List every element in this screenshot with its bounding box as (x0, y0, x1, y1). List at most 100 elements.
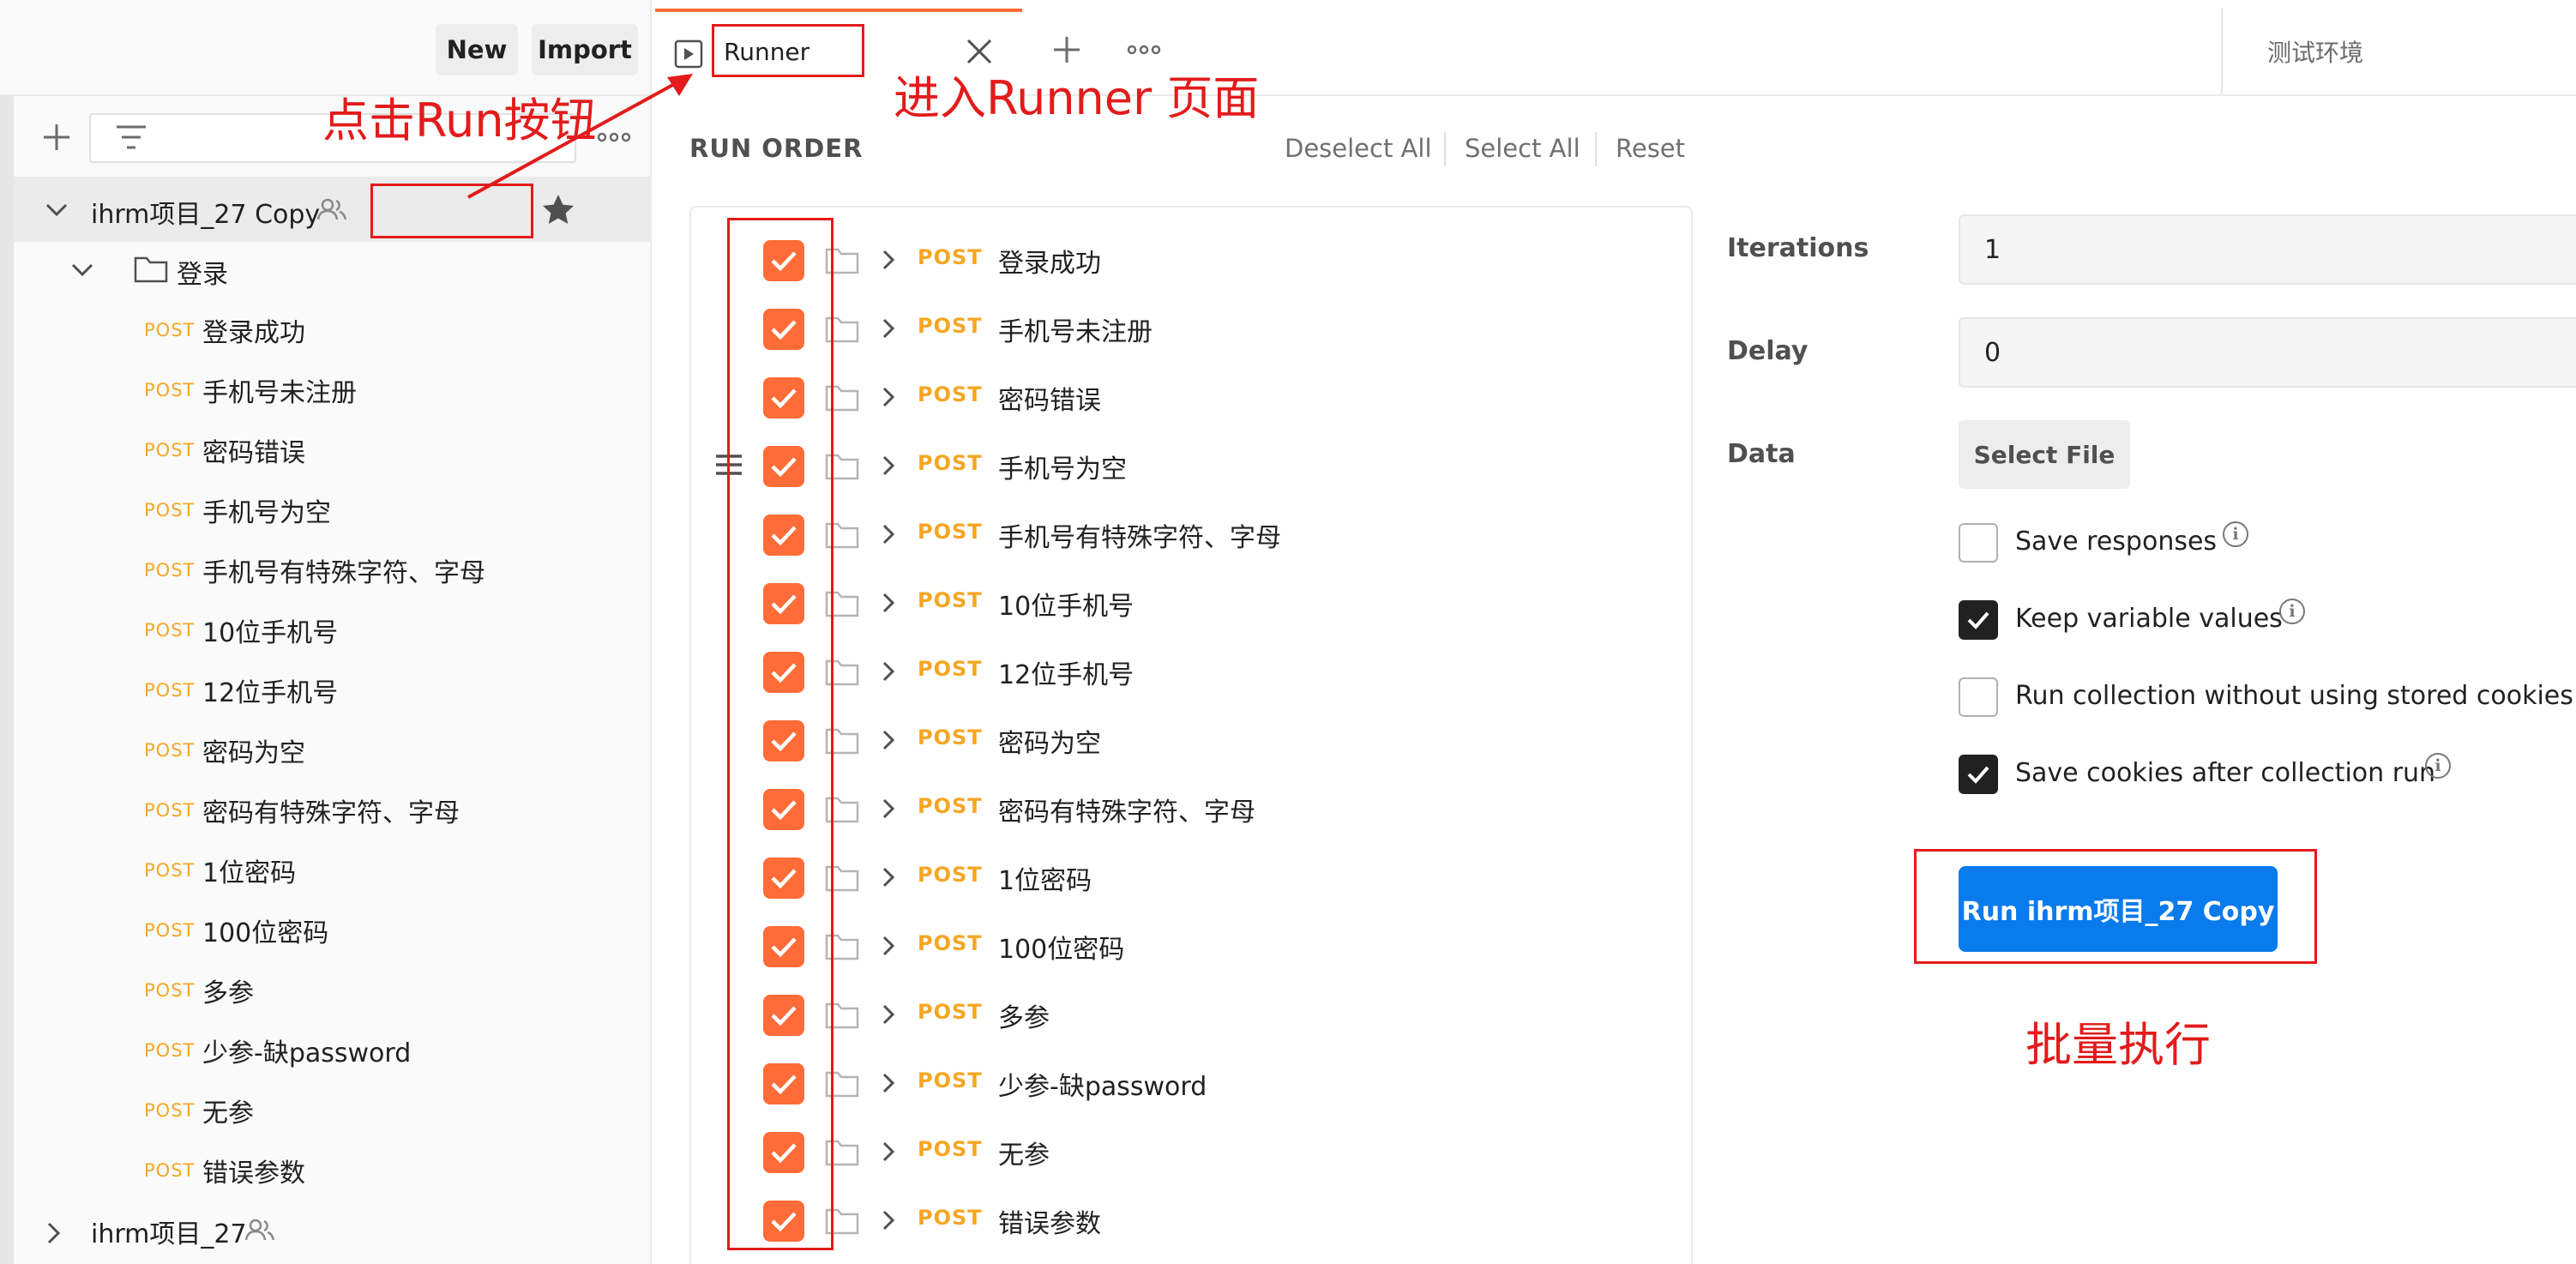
request-name: 手机号为空 (202, 498, 331, 528)
more-options-icon[interactable] (1127, 43, 1161, 57)
method-badge: POST (918, 725, 983, 749)
option-checkbox[interactable] (1959, 523, 1998, 563)
request-name: 错误参数 (998, 1209, 1101, 1239)
request-name: 登录成功 (202, 318, 305, 348)
method-badge: POST (144, 860, 196, 881)
annotation-click-run: 点击Run按钮 (322, 93, 597, 147)
sidebar-request-item[interactable]: POST 10位手机号 (0, 600, 652, 660)
method-badge: POST (144, 740, 196, 761)
method-badge: POST (144, 1040, 196, 1061)
request-name: 10位手机号 (202, 618, 339, 648)
method-badge: POST (144, 440, 196, 460)
option-label[interactable]: Keep variable values (2015, 604, 2283, 634)
chevron-right-icon[interactable] (882, 935, 895, 957)
sidebar-request-item[interactable]: POST 无参 (0, 1080, 652, 1141)
run-order-item: POST 10位手机号 (691, 569, 1694, 638)
chevron-right-icon[interactable] (882, 1072, 895, 1094)
reset-button[interactable]: Reset (1616, 134, 1685, 163)
request-name: 登录成功 (998, 249, 1101, 279)
method-badge: POST (918, 382, 983, 406)
chevron-right-icon[interactable] (882, 1209, 895, 1231)
chevron-right-icon[interactable] (882, 729, 895, 751)
method-badge: POST (144, 920, 196, 941)
run-order-item: POST 多参 (691, 981, 1694, 1050)
sidebar-request-item[interactable]: POST 密码错误 (0, 420, 652, 480)
method-badge: POST (918, 863, 983, 887)
chevron-down-icon[interactable] (70, 262, 94, 278)
chevron-right-icon[interactable] (882, 454, 895, 477)
sidebar-request-item[interactable]: POST 密码有特殊字符、字母 (0, 780, 652, 840)
request-name: 密码有特殊字符、字母 (202, 798, 460, 828)
sidebar-request-item[interactable]: POST 100位密码 (0, 900, 652, 960)
method-badge: POST (918, 1137, 983, 1161)
run-order-item: POST 无参 (691, 1118, 1694, 1187)
select-all-button[interactable]: Select All (1465, 134, 1580, 163)
chevron-right-icon[interactable] (882, 523, 895, 545)
option-label[interactable]: Run collection without using stored cook… (2015, 681, 2573, 711)
chevron-right-icon[interactable] (882, 249, 895, 271)
method-badge: POST (918, 931, 983, 955)
method-badge: POST (144, 380, 196, 400)
sidebar-request-item[interactable]: POST 手机号为空 (0, 480, 652, 540)
request-name: 12位手机号 (202, 678, 339, 708)
run-order-item: POST 密码有特殊字符、字母 (691, 775, 1694, 844)
request-name: 密码错误 (202, 438, 305, 468)
request-name: 密码为空 (998, 729, 1101, 759)
info-icon[interactable]: i (2223, 521, 2248, 547)
request-name: 密码错误 (998, 386, 1101, 416)
option-label[interactable]: Save responses (2015, 527, 2217, 557)
chevron-right-icon[interactable] (46, 1221, 62, 1245)
method-badge: POST (144, 500, 196, 521)
run-order-item: POST 少参-缺password (691, 1050, 1694, 1118)
request-name: 多参 (998, 1003, 1050, 1033)
option-checkbox[interactable] (1959, 600, 1998, 640)
request-name: 多参 (202, 978, 254, 1008)
chevron-right-icon[interactable] (882, 1003, 895, 1026)
option-checkbox[interactable] (1959, 677, 1998, 717)
option-label[interactable]: Save cookies after collection run (2015, 758, 2435, 788)
sidebar-request-item[interactable]: POST 少参-缺password (0, 1020, 652, 1080)
sidebar-request-item[interactable]: POST 多参 (0, 960, 652, 1020)
request-list: POST 登录成功 POST 手机号未注册 POST 密码错误 POST 手机号为空 POST 手… (0, 300, 652, 1201)
method-badge: POST (918, 1068, 983, 1092)
request-name: 手机号未注册 (202, 378, 357, 408)
run-order-item: POST 手机号有特殊字符、字母 (691, 501, 1694, 569)
request-name: 12位手机号 (998, 660, 1135, 690)
request-name: 1位密码 (202, 858, 297, 888)
sidebar-request-item[interactable]: POST 12位手机号 (0, 660, 652, 720)
run-order-item: POST 12位手机号 (691, 638, 1694, 707)
method-badge: POST (144, 1160, 196, 1181)
sidebar-request-item[interactable]: POST 手机号有特殊字符、字母 (0, 540, 652, 600)
method-badge: POST (144, 560, 196, 581)
option-checkbox[interactable] (1959, 755, 1998, 794)
method-badge: POST (918, 588, 983, 612)
sidebar-request-item[interactable]: POST 登录成功 (0, 300, 652, 360)
run-order-item: POST 错误参数 (691, 1187, 1694, 1255)
deselect-all-button[interactable]: Deselect All (1285, 134, 1432, 163)
delay-input[interactable]: 0 (1959, 317, 2576, 388)
info-icon[interactable]: i (2279, 599, 2305, 624)
environment-label[interactable]: 测试环境 (2267, 34, 2363, 69)
chevron-right-icon[interactable] (882, 386, 895, 408)
folder-name: 登录 (177, 260, 228, 290)
annotation-box-checkboxes (727, 218, 834, 1250)
sidebar-request-item[interactable]: POST 密码为空 (0, 720, 652, 780)
divider (1595, 132, 1597, 166)
chevron-right-icon[interactable] (882, 317, 895, 340)
select-file-button[interactable]: Select File (1959, 420, 2130, 489)
chevron-right-icon[interactable] (882, 592, 895, 614)
sidebar-request-item[interactable]: POST 1位密码 (0, 840, 652, 900)
delay-label: Delay (1727, 336, 1809, 366)
run-order-item: POST 登录成功 (691, 226, 1694, 295)
run-order-item: POST 手机号为空 (691, 432, 1694, 501)
info-icon[interactable]: i (2425, 753, 2451, 779)
chevron-right-icon[interactable] (882, 798, 895, 820)
chevron-right-icon[interactable] (882, 866, 895, 888)
chevron-right-icon[interactable] (882, 660, 895, 683)
method-badge: POST (144, 1100, 196, 1121)
sidebar-request-item[interactable]: POST 手机号未注册 (0, 360, 652, 420)
chevron-right-icon[interactable] (882, 1141, 895, 1163)
divider (1444, 132, 1446, 166)
sidebar-request-item[interactable]: POST 错误参数 (0, 1141, 652, 1201)
iterations-input[interactable]: 1 (1959, 214, 2576, 285)
